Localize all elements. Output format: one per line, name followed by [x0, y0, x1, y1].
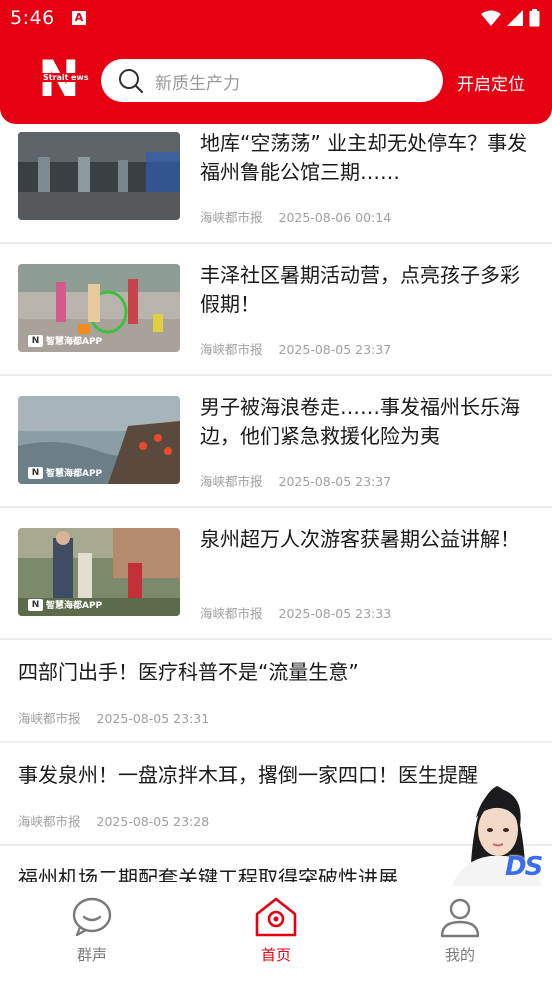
news-time: 2025-08-05 23:33: [278, 606, 392, 621]
watermark: N 智慧海都APP: [28, 466, 102, 479]
news-thumbnail: N 智慧海都APP: [18, 396, 180, 484]
watermark: N 智慧海都APP: [28, 598, 102, 611]
tab-qunsheng[interactable]: 群声: [42, 896, 142, 965]
news-item[interactable]: N 智慧海都APP 男子被海浪卷走……事发福州长乐海边，他们紧急救援化险为夷 海峡…: [0, 376, 552, 508]
search-placeholder: 新质生产力: [155, 74, 240, 94]
news-title: 四部门出手！医疗科普不是“流量生意”: [18, 660, 359, 684]
news-thumbnail: N 智慧海都APP: [18, 264, 180, 352]
tab-home[interactable]: 首页: [226, 896, 326, 965]
news-item[interactable]: N 智慧海都APP 泉州超万人次游客获暑期公益讲解！ 海峡都市报 2025-08-0…: [0, 508, 552, 640]
news-item[interactable]: 地库“空荡荡” 业主却无处停车？事发福州鲁能公馆三期…… 海峡都市报 2025-0…: [0, 112, 552, 244]
news-thumbnail: N 智慧海都APP: [18, 528, 180, 616]
status-bar: 5:46 A: [0, 0, 552, 36]
news-source: 海峡都市报: [200, 606, 263, 621]
news-list: 地库“空荡荡” 业主却无处停车？事发福州鲁能公馆三期…… 海峡都市报 2025-0…: [0, 112, 552, 882]
news-source: 海峡都市报: [18, 814, 81, 829]
chat-bubble-icon: [72, 897, 112, 937]
app-header: 5:46 A N Strait ews 新质生产力 开启定位: [0, 0, 552, 124]
news-meta: 海峡都市报 2025-08-06 00:14: [200, 207, 391, 226]
tab-label: 我的: [444, 946, 475, 964]
tab-mine[interactable]: 我的: [410, 896, 510, 965]
news-meta: 海峡都市报 2025-08-05 23:37: [200, 339, 391, 358]
notification-a-icon: A: [72, 11, 86, 25]
news-meta: 海峡都市报 2025-08-05 23:37: [200, 471, 391, 490]
news-title: 地库“空荡荡” 业主却无处停车？事发福州鲁能公馆三期……: [200, 131, 528, 184]
search-icon: [119, 69, 144, 94]
news-title: 男子被海浪卷走……事发福州长乐海边，他们紧急救援化险为夷: [200, 395, 520, 448]
enable-location-button[interactable]: 开启定位: [457, 70, 525, 95]
news-item[interactable]: 四部门出手！医疗科普不是“流量生意” 海峡都市报 2025-08-05 23:31: [0, 640, 552, 743]
news-time: 2025-08-05 23:31: [96, 711, 210, 726]
status-time: 5:46: [10, 7, 55, 29]
news-meta: 海峡都市报 2025-08-05 23:28: [18, 811, 209, 830]
news-time: 2025-08-06 00:14: [278, 210, 392, 225]
home-icon: [255, 897, 297, 937]
news-time: 2025-08-05 23:37: [278, 342, 392, 357]
news-item[interactable]: N 智慧海都APP 丰泽社区暑期活动营，点亮孩子多彩假期！ 海峡都市报 2025-0…: [0, 244, 552, 376]
news-source: 海峡都市报: [200, 342, 263, 357]
news-meta: 海峡都市报 2025-08-05 23:33: [200, 603, 391, 622]
news-source: 海峡都市报: [200, 210, 263, 225]
tab-label: 群声: [76, 946, 107, 964]
news-source: 海峡都市报: [18, 711, 81, 726]
assistant-badge: DS: [505, 852, 543, 882]
news-source: 海峡都市报: [200, 474, 263, 489]
news-meta: 海峡都市报 2025-08-05 23:31: [18, 708, 209, 727]
tab-label: 首页: [260, 946, 291, 964]
wifi-icon: [481, 10, 501, 26]
bottom-tab-bar: 群声 首页 我的: [0, 882, 552, 983]
watermark: N 智慧海都APP: [28, 334, 102, 347]
news-time: 2025-08-05 23:28: [96, 814, 210, 829]
app-logo: N Strait ews: [38, 54, 90, 104]
battery-icon: [529, 9, 540, 27]
news-title: 泉州超万人次游客获暑期公益讲解！: [200, 527, 520, 551]
user-icon: [440, 898, 480, 938]
news-thumbnail: [18, 132, 180, 220]
news-title: 丰泽社区暑期活动营，点亮孩子多彩假期！: [200, 263, 520, 316]
news-time: 2025-08-05 23:37: [278, 474, 392, 489]
signal-icon: [507, 10, 523, 26]
search-bar[interactable]: 新质生产力: [101, 59, 443, 102]
